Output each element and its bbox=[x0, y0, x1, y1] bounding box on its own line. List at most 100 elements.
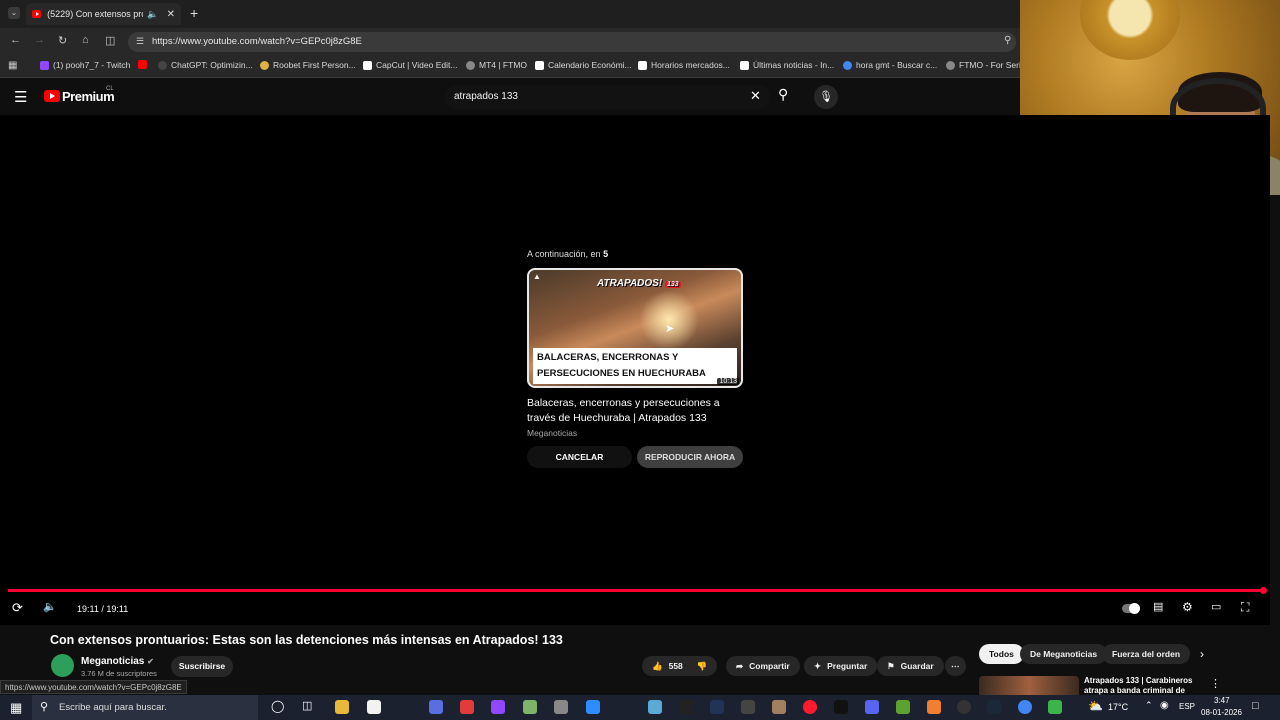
opera-icon[interactable] bbox=[803, 700, 817, 714]
progress-fill bbox=[8, 589, 1264, 592]
related-title[interactable]: Atrapados 133 | Carabineros atrapa a ban… bbox=[1084, 676, 1194, 696]
temperature: 17°C bbox=[1108, 702, 1129, 712]
subtitles-icon[interactable]: ▤ bbox=[1153, 600, 1163, 613]
close-tab-icon[interactable]: ✕ bbox=[167, 9, 175, 20]
forward-icon[interactable]: → bbox=[34, 34, 45, 46]
thumb-scene-light bbox=[639, 290, 699, 350]
back-icon[interactable]: ← bbox=[10, 34, 21, 46]
bookmark-item[interactable]: Horarios mercados... bbox=[638, 60, 730, 70]
chip-all[interactable]: Todos bbox=[979, 644, 1024, 664]
task-view-icon[interactable]: ◫ bbox=[302, 699, 312, 712]
channel-name[interactable]: Meganoticias ✔ bbox=[81, 656, 154, 667]
ask-button[interactable]: ✦ Preguntar bbox=[804, 656, 878, 676]
microphone-icon[interactable]: 🎙 bbox=[814, 85, 838, 109]
network-icon[interactable]: ◉ bbox=[1160, 700, 1169, 711]
new-tab-button[interactable]: + bbox=[190, 5, 198, 21]
app-icon[interactable] bbox=[710, 700, 724, 714]
chrome-icon[interactable] bbox=[1018, 700, 1032, 714]
search-input[interactable]: atrapados 133 bbox=[444, 85, 770, 109]
bookmark-item[interactable]: MT4 | FTMO bbox=[466, 60, 527, 70]
app-icon[interactable] bbox=[554, 700, 568, 714]
app-icon[interactable] bbox=[927, 700, 941, 714]
file-explorer-icon[interactable] bbox=[335, 700, 349, 714]
site-info-icon[interactable]: ☰ bbox=[136, 36, 144, 47]
play-now-button[interactable]: REPRODUCIR AHORA bbox=[637, 446, 743, 468]
bookmark-item[interactable]: Últimas noticias - In... bbox=[740, 60, 834, 70]
weather-icon[interactable]: ⛅ bbox=[1088, 699, 1103, 713]
save-button[interactable]: ⚑ Guardar bbox=[877, 656, 944, 676]
app-icon[interactable] bbox=[648, 700, 662, 714]
tab-list-icon[interactable]: ⌄ bbox=[8, 7, 20, 19]
cortana-icon[interactable]: ◯ bbox=[271, 699, 284, 713]
home-icon[interactable]: ⌂ bbox=[82, 34, 89, 46]
browser-tab[interactable]: (5229) Con extensos prontu 🔈 ✕ bbox=[26, 3, 181, 25]
subscribe-button[interactable]: Suscribirse bbox=[171, 656, 233, 677]
globe-icon bbox=[466, 60, 475, 70]
app-icon[interactable] bbox=[772, 700, 786, 714]
minecraft-icon[interactable] bbox=[896, 700, 910, 714]
more-actions-button[interactable]: ⋯ bbox=[945, 656, 966, 676]
chip-from-channel[interactable]: De Meganoticias bbox=[1020, 644, 1108, 664]
clock-date[interactable]: 08-01-2026 bbox=[1201, 708, 1242, 717]
bookmark-item[interactable]: FTMO - For Serio bbox=[946, 60, 1026, 70]
replay-icon[interactable]: ⟳ bbox=[12, 600, 23, 616]
bookmark-item[interactable]: Calendario Económi... bbox=[535, 60, 632, 70]
related-more-icon[interactable]: ⋮ bbox=[1210, 677, 1221, 690]
dislike-icon[interactable]: 👎 bbox=[697, 661, 708, 672]
youtube-logo-icon[interactable] bbox=[44, 90, 60, 102]
settings-gear-icon[interactable]: ⚙ bbox=[1182, 600, 1193, 614]
zoom-icon[interactable]: ⚲ bbox=[1004, 35, 1011, 46]
notepad-icon[interactable] bbox=[367, 700, 381, 714]
chip-law-enforcement[interactable]: Fuerza del orden bbox=[1102, 644, 1191, 664]
theater-mode-icon[interactable]: ▭ bbox=[1211, 600, 1221, 613]
tray-chevron-icon[interactable]: ⌃ bbox=[1145, 700, 1153, 711]
up-next-channel[interactable]: Meganoticias bbox=[527, 428, 577, 438]
tiktok-icon[interactable] bbox=[834, 700, 848, 714]
speaker-icon[interactable]: 🔈 bbox=[147, 9, 158, 20]
app-icon[interactable] bbox=[460, 700, 474, 714]
bookmark-item[interactable]: hora gmt - Buscar c... bbox=[843, 60, 937, 70]
search-icon[interactable]: ⚲ bbox=[778, 86, 788, 103]
language-indicator[interactable]: ESP bbox=[1179, 702, 1195, 711]
app-icon[interactable] bbox=[1048, 700, 1062, 714]
progress-track[interactable] bbox=[8, 589, 1264, 592]
up-next-title[interactable]: Balaceras, encerronas y persecuciones a … bbox=[527, 396, 743, 426]
mouse-cursor-icon: ➤ bbox=[665, 323, 675, 335]
clear-search-icon[interactable]: ✕ bbox=[750, 88, 761, 104]
thumb-headline: BALACERAS, ENCERRONAS Y PERSECUCIONES EN… bbox=[533, 348, 737, 384]
up-next-thumbnail[interactable]: ▲ ATRAPADOS! 133 BALACERAS, ENCERRONAS Y… bbox=[527, 268, 743, 388]
split-view-icon[interactable]: ◫ bbox=[105, 34, 115, 47]
hamburger-menu-icon[interactable]: ☰ bbox=[14, 88, 27, 106]
autoplay-toggle[interactable] bbox=[1122, 603, 1140, 614]
url-field[interactable]: ☰ https://www.youtube.com/watch?v=GEPc0j… bbox=[128, 32, 1016, 52]
reload-icon[interactable]: ↻ bbox=[58, 34, 67, 47]
bookmark-item[interactable]: ChatGPT: Optimizin... bbox=[158, 60, 253, 70]
share-button[interactable]: ➦ Compartir bbox=[726, 656, 800, 676]
app-icon[interactable] bbox=[429, 700, 443, 714]
fullscreen-icon[interactable]: ⛶ bbox=[1241, 600, 1249, 615]
volume-icon[interactable]: 🔈 bbox=[43, 600, 57, 613]
steam-icon[interactable] bbox=[987, 700, 1001, 714]
bookmark-item[interactable]: (1) pooh7_7 - Twitch bbox=[40, 60, 130, 70]
channel-avatar[interactable] bbox=[51, 654, 74, 677]
twitch-icon bbox=[40, 60, 49, 70]
app-icon[interactable] bbox=[523, 700, 537, 714]
like-button[interactable]: 👍 558 👎 bbox=[642, 656, 718, 676]
capcut-icon[interactable] bbox=[680, 700, 694, 714]
taskbar-search[interactable]: ⚲ Escribe aquí para buscar. bbox=[32, 695, 258, 720]
twitch-icon[interactable] bbox=[491, 700, 505, 714]
chevron-right-icon[interactable]: › bbox=[1200, 647, 1204, 661]
bookmark-item[interactable] bbox=[138, 60, 151, 69]
windows-start-icon[interactable]: ▦ bbox=[10, 700, 22, 716]
apps-grid-icon[interactable]: ▦ bbox=[8, 60, 17, 71]
xbox-icon[interactable] bbox=[957, 700, 971, 714]
clock-time[interactable]: 3:47 bbox=[1214, 696, 1230, 705]
zoom-app-icon[interactable] bbox=[586, 700, 600, 714]
bookmark-item[interactable]: CapCut | Video Edit... bbox=[363, 60, 457, 70]
notifications-icon[interactable]: □ bbox=[1252, 700, 1259, 712]
progress-scrubber[interactable] bbox=[1260, 587, 1267, 594]
bookmark-item[interactable]: Roobet First Person... bbox=[260, 60, 356, 70]
settings-gear-icon[interactable] bbox=[741, 700, 755, 714]
discord-icon[interactable] bbox=[865, 700, 879, 714]
cancel-button[interactable]: CANCELAR bbox=[527, 446, 632, 468]
